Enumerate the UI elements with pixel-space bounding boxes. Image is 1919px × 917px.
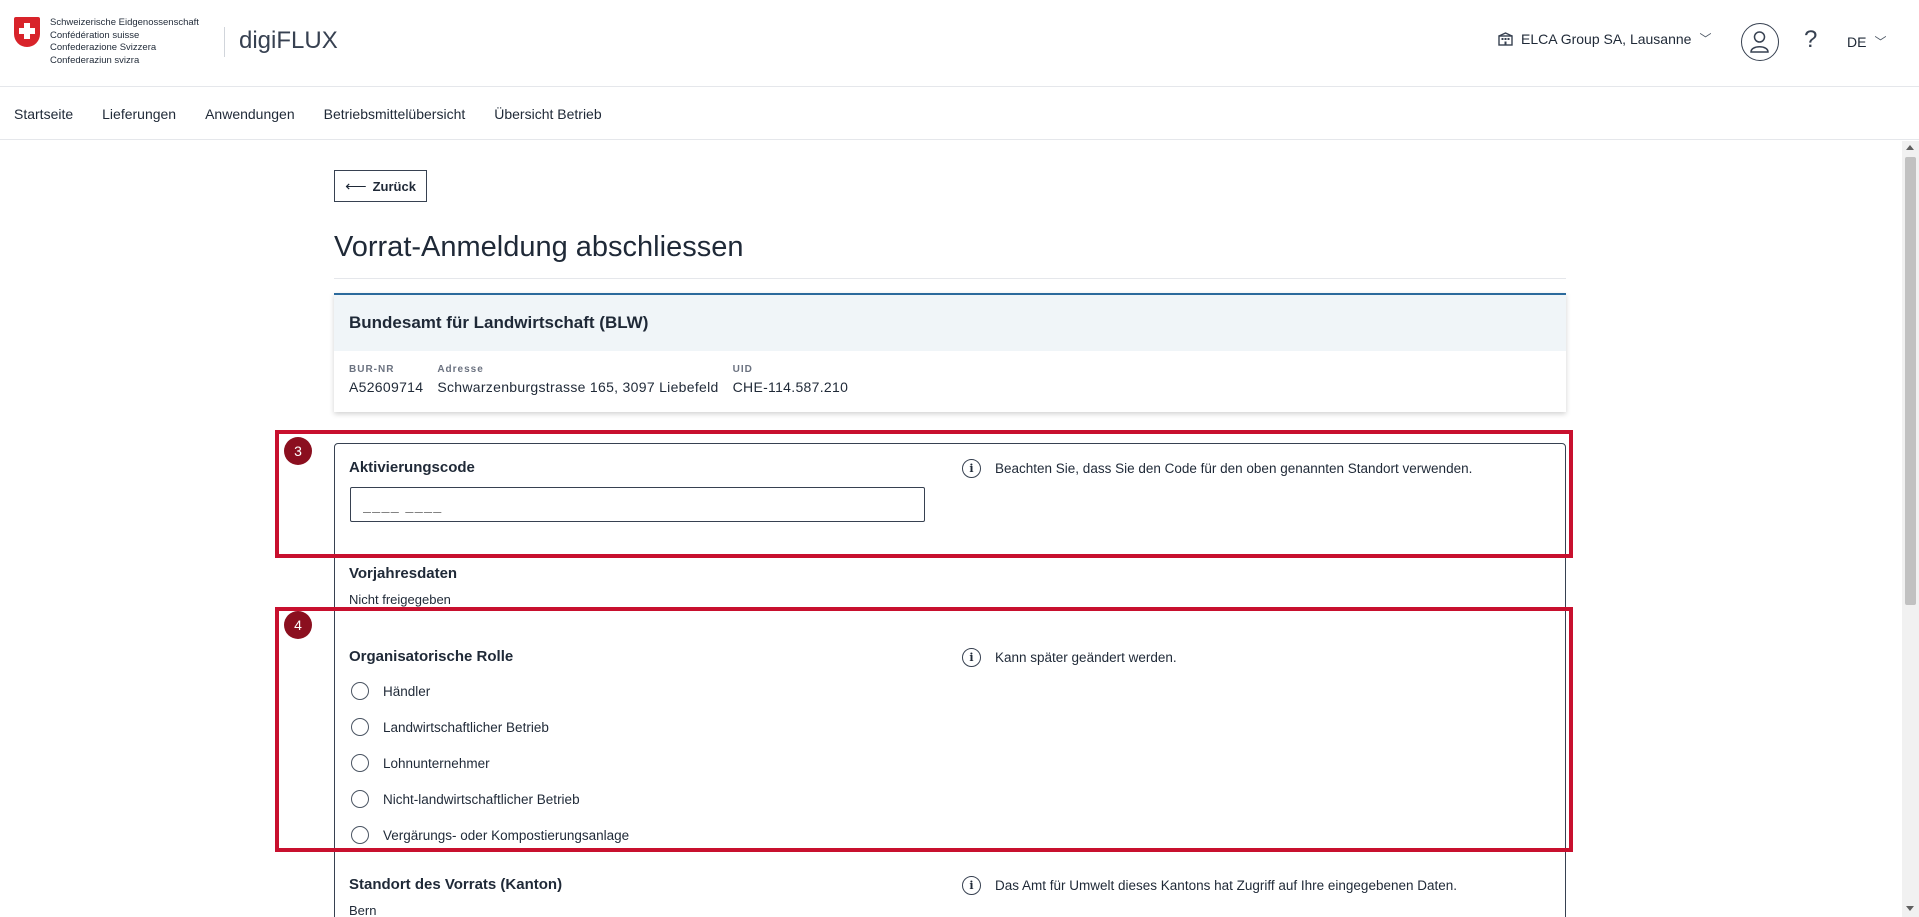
- location-value: Bern: [349, 903, 377, 917]
- scrollbar-thumb[interactable]: [1905, 157, 1916, 605]
- card-title: Bundesamt für Landwirtschaft (BLW): [334, 295, 1566, 351]
- field-value: Schwarzenburgstrasse 165, 3097 Liebefeld: [437, 379, 719, 395]
- annotation-badge-3: 3: [284, 437, 312, 465]
- back-button[interactable]: ⟵ Zurück: [334, 170, 427, 202]
- previous-year-value: Nicht freigegeben: [349, 592, 451, 607]
- company-name: ELCA Group SA, Lausanne: [1521, 30, 1692, 47]
- nav-item-uebersicht-betrieb[interactable]: Übersicht Betrieb: [494, 106, 601, 122]
- page-title: Vorrat-Anmeldung abschliessen: [334, 231, 744, 263]
- scroll-up-icon[interactable]: [1906, 145, 1914, 150]
- nav-item-startseite[interactable]: Startseite: [14, 106, 73, 122]
- title-divider: [334, 278, 1566, 279]
- federation-line: Schweizerische Eidgenossenschaft: [50, 17, 199, 28]
- annotation-box-3: [275, 430, 1573, 558]
- location-label: Standort des Vorrats (Kanton): [349, 876, 563, 893]
- federation-line: Confederaziun svizra: [50, 54, 140, 66]
- swiss-flag-icon: [14, 17, 40, 47]
- chevron-down-icon: ﹀: [1699, 32, 1712, 46]
- location-info: i Das Amt für Umwelt dieses Kantons hat …: [962, 876, 1457, 895]
- swiss-federation-logo[interactable]: Schweizerische Eidgenossenschaft Confédé…: [14, 17, 199, 67]
- field-label: Adresse: [437, 364, 484, 375]
- back-label: Zurück: [372, 178, 416, 194]
- nav-item-lieferungen[interactable]: Lieferungen: [102, 106, 176, 122]
- card-fields: BUR-NR A52609714 Adresse Schwarzenburgst…: [334, 351, 1566, 408]
- chevron-down-icon: ﹀: [1874, 35, 1887, 49]
- language-label: DE: [1847, 33, 1867, 50]
- app-name[interactable]: digiFLUX: [239, 27, 338, 55]
- annotation-badge-4: 4: [284, 611, 312, 639]
- field-uid: UID CHE-114.587.210: [733, 364, 849, 395]
- field-label: BUR-NR: [349, 364, 395, 375]
- previous-year-label: Vorjahresdaten: [349, 565, 458, 582]
- main-navigation: Startseite Lieferungen Anwendungen Betri…: [0, 88, 1919, 140]
- nav-item-anwendungen[interactable]: Anwendungen: [205, 106, 295, 122]
- person-icon: [1750, 31, 1769, 53]
- arrow-left-icon: ⟵: [345, 178, 367, 195]
- location-card: Bundesamt für Landwirtschaft (BLW) BUR-N…: [334, 293, 1566, 412]
- field-value: A52609714: [349, 379, 424, 395]
- header-divider: [224, 27, 225, 57]
- company-selector[interactable]: ELCA Group SA, Lausanne ﹀: [1498, 30, 1711, 47]
- federation-line: Confédération suisse: [50, 29, 140, 41]
- field-address: Adresse Schwarzenburgstrasse 165, 3097 L…: [437, 364, 718, 395]
- annotation-box-4: [275, 607, 1573, 852]
- field-value: CHE-114.587.210: [732, 379, 849, 395]
- language-selector[interactable]: DE ﹀: [1847, 33, 1886, 50]
- info-icon: i: [962, 876, 981, 895]
- scroll-down-icon[interactable]: [1906, 906, 1914, 911]
- federation-text: Schweizerische Eidgenossenschaft Confédé…: [50, 17, 199, 67]
- user-avatar-icon[interactable]: [1741, 23, 1779, 61]
- field-bur-nr: BUR-NR A52609714: [349, 364, 423, 395]
- nav-item-betriebsmitteluebersicht[interactable]: Betriebsmittelübersicht: [324, 106, 466, 122]
- top-header: Schweizerische Eidgenossenschaft Confédé…: [0, 0, 1919, 87]
- help-icon[interactable]: ?: [1804, 26, 1817, 54]
- location-info-text: Das Amt für Umwelt dieses Kantons hat Zu…: [995, 878, 1458, 893]
- field-label: UID: [732, 364, 753, 375]
- building-icon: [1498, 31, 1513, 46]
- federation-line: Confederazione Svizzera: [50, 42, 157, 53]
